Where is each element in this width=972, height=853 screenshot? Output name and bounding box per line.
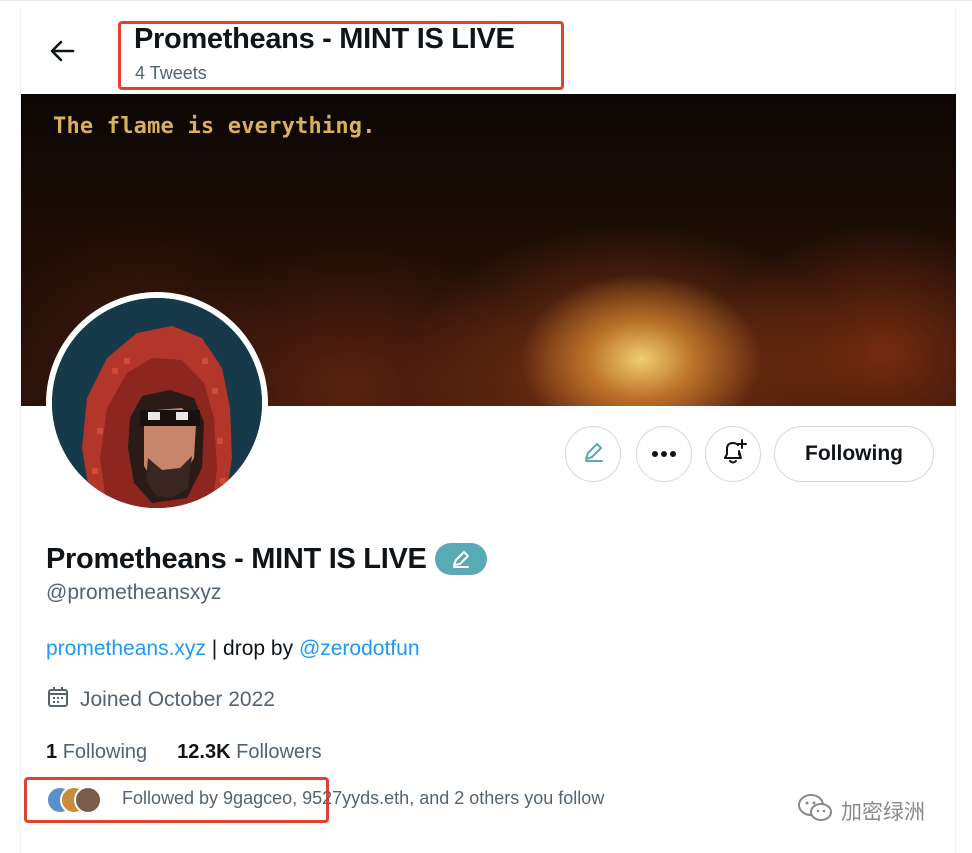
following-count: 1 xyxy=(46,740,58,763)
following-button[interactable]: Following xyxy=(774,426,934,482)
pencil-icon xyxy=(580,439,606,470)
header-tweet-count: 4 Tweets xyxy=(135,63,207,83)
profile-page: Prometheans - MINT IS LIVE 4 Tweets The … xyxy=(0,0,972,853)
bell-plus-icon xyxy=(718,437,748,472)
bio-text: | drop by xyxy=(205,637,299,660)
notifications-button[interactable] xyxy=(705,426,761,482)
more-icon xyxy=(651,445,677,463)
followed-by-avatars[interactable] xyxy=(46,786,106,814)
wechat-icon xyxy=(797,793,833,829)
followers-label: Followers xyxy=(236,740,322,763)
arrow-left-icon xyxy=(49,39,75,68)
display-name-row: Prometheans - MINT IS LIVE xyxy=(46,539,487,579)
mention-link[interactable]: @zerodotfun xyxy=(299,637,420,660)
avatar[interactable] xyxy=(46,292,268,514)
pencil-badge-icon xyxy=(434,543,487,575)
display-name: Prometheans - MINT IS LIVE xyxy=(46,542,427,575)
website-link[interactable]: prometheans.xyz xyxy=(46,637,206,660)
banner-tagline: The flame is everything. xyxy=(53,114,376,139)
followers-count-link[interactable]: 12.3K Followers xyxy=(177,741,322,764)
joined-text: Joined October 2022 xyxy=(80,688,275,711)
calendar-icon xyxy=(46,685,70,715)
back-button[interactable] xyxy=(40,33,84,73)
following-count-link[interactable]: 1 Following xyxy=(46,741,147,764)
profile-handle: @prometheansxyz xyxy=(46,581,222,604)
profile-bio: prometheans.xyz | drop by @zerodotfun xyxy=(46,637,420,661)
joined-date: Joined October 2022 xyxy=(46,686,275,714)
followers-count: 12.3K xyxy=(177,740,231,763)
followed-by-text[interactable]: Followed by 9gagceo, 9527yyds.eth, and 2… xyxy=(122,788,604,809)
following-label: Following xyxy=(62,740,148,763)
follow-stats: 1 Following 12.3K Followers xyxy=(46,739,322,765)
avatar-image xyxy=(52,298,262,508)
watermark-text: 加密绿洲 xyxy=(841,801,925,824)
avatar xyxy=(74,786,102,814)
watermark: 加密绿洲 xyxy=(797,794,925,828)
header-title: Prometheans - MINT IS LIVE xyxy=(134,23,515,55)
more-button[interactable] xyxy=(636,426,692,482)
edit-button[interactable] xyxy=(565,426,621,482)
